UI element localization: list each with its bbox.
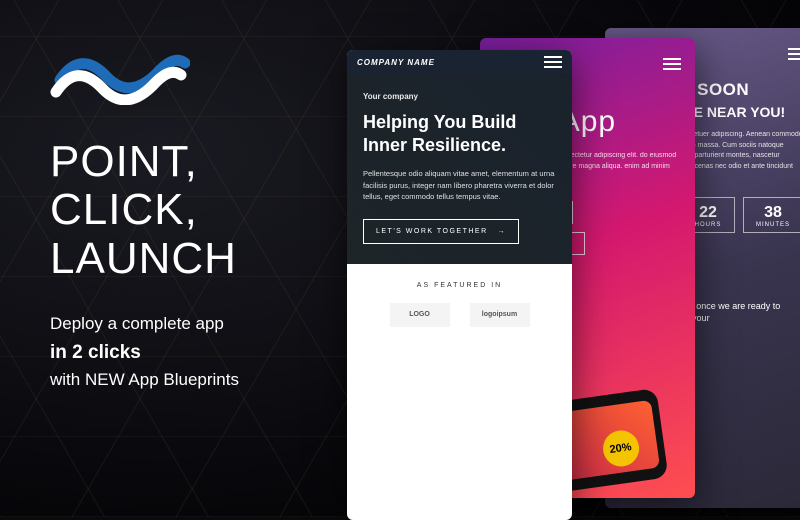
headline-line-1: POINT, xyxy=(50,137,198,186)
featured-logo-1: LOGO xyxy=(390,303,450,327)
mockups-area: COMING SOON TO A STORE NEAR YOU! Lorem s… xyxy=(340,0,800,517)
countdown-minutes-num: 38 xyxy=(756,204,790,222)
container: POINT, CLICK, LAUNCH Deploy a complete a… xyxy=(0,0,800,517)
mockup1-hero: Your company Helping You Build Inner Res… xyxy=(347,74,572,264)
sub-bold: in 2 clicks xyxy=(50,338,310,367)
headline-line-2: CLICK, xyxy=(50,185,198,234)
cta-label: LET'S WORK TOGETHER xyxy=(376,228,488,235)
brand-logo xyxy=(50,35,310,110)
hero-lorem: Pellentesque odio aliquam vitae amet, el… xyxy=(363,168,556,203)
countdown-hours-num: 22 xyxy=(694,204,722,222)
headline: POINT, CLICK, LAUNCH xyxy=(50,138,310,283)
menu-icon[interactable] xyxy=(663,58,681,70)
sale-tag-2: 20% xyxy=(600,428,641,469)
sub-post: with NEW App Blueprints xyxy=(50,370,239,389)
left-panel: POINT, CLICK, LAUNCH Deploy a complete a… xyxy=(0,0,340,517)
mockup1-topbar: COMPANY NAME xyxy=(347,50,572,74)
mockup-company: COMPANY NAME Your company Helping You Bu… xyxy=(347,50,572,520)
subheadline: Deploy a complete app in 2 clicks with N… xyxy=(50,311,310,393)
menu-icon[interactable] xyxy=(544,56,562,68)
headline-line-3: LAUNCH xyxy=(50,234,237,283)
countdown-minutes-lbl: MINUTES xyxy=(756,222,790,228)
your-company-label: Your company xyxy=(363,92,556,101)
featured-label: AS FEATURED IN xyxy=(363,282,556,289)
sub-pre: Deploy a complete app xyxy=(50,314,224,333)
menu-icon[interactable] xyxy=(788,48,800,60)
featured-section: AS FEATURED IN LOGO logoipsum xyxy=(347,264,572,345)
featured-logo-2: logoipsum xyxy=(470,303,530,327)
company-name: COMPANY NAME xyxy=(357,58,435,67)
hero-title: Helping You Build Inner Resilience. xyxy=(363,111,556,156)
countdown-hours-lbl: HOURS xyxy=(694,222,722,228)
countdown-minutes: 38 MINUTES xyxy=(743,197,800,233)
arrow-right-icon: → xyxy=(498,228,507,235)
cta-button[interactable]: LET'S WORK TOGETHER → xyxy=(363,219,519,244)
featured-logos: LOGO logoipsum xyxy=(363,303,556,327)
